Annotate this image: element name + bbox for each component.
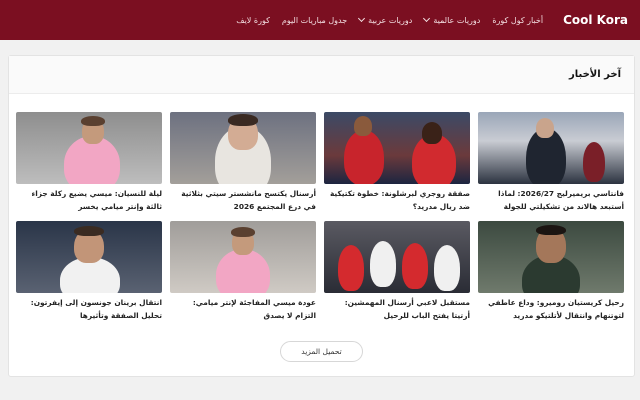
load-more-button[interactable]: تحميل المزيد — [280, 341, 363, 362]
nav-item-arab-leagues[interactable]: دوريات عربية — [353, 14, 418, 25]
news-headline[interactable]: ليلة للنسيان: ميسي يضيع ركلة جزاء ثالثة … — [16, 187, 162, 215]
news-card[interactable]: صفقة روجري لبرشلونة: خطوة تكتيكية ضد ريا… — [324, 112, 470, 215]
news-card[interactable]: انتقال برينان جونسون إلى إيفرتون: تحليل … — [16, 221, 162, 324]
news-headline[interactable]: صفقة روجري لبرشلونة: خطوة تكتيكية ضد ريا… — [324, 187, 470, 215]
news-thumbnail[interactable] — [324, 112, 470, 184]
news-thumbnail[interactable] — [170, 221, 316, 293]
nav-item-label: أخبار كول كورة — [492, 15, 544, 25]
news-thumbnail[interactable] — [16, 221, 162, 293]
news-headline[interactable]: رحيل كريستيان روميرو: وداع عاطفي لتوتنها… — [478, 296, 624, 324]
chevron-down-icon — [423, 14, 431, 23]
news-thumbnail[interactable] — [170, 112, 316, 184]
nav-item-label: كورة لايف — [236, 15, 270, 25]
news-thumbnail[interactable] — [478, 221, 624, 293]
news-headline[interactable]: فانتاسي بريميرليج 2026/27: لماذا أستبعد … — [478, 187, 624, 215]
chevron-down-icon — [358, 14, 366, 23]
nav-item-label: دوريات عربية — [368, 15, 413, 25]
load-more-wrap: تحميل المزيد — [9, 341, 634, 362]
panel-header: آخر الأخبار — [9, 56, 634, 94]
news-headline[interactable]: عودة ميسي المفاجئة لإنتر ميامي: التزام ل… — [170, 296, 316, 324]
news-card[interactable]: فانتاسي بريميرليج 2026/27: لماذا أستبعد … — [478, 112, 624, 215]
news-card[interactable]: عودة ميسي المفاجئة لإنتر ميامي: التزام ل… — [170, 221, 316, 324]
news-headline[interactable]: أرسنال يكتسح مانشستر سيتي بثلاثية في درع… — [170, 187, 316, 215]
brand-logo[interactable]: Cool Kora — [563, 13, 628, 27]
news-headline[interactable]: مستقبل لاعبي أرسنال المهمشين: أرتيتا يفت… — [324, 296, 470, 324]
news-thumbnail[interactable] — [324, 221, 470, 293]
news-thumbnail[interactable] — [478, 112, 624, 184]
panel-title: آخر الأخبار — [568, 69, 621, 80]
news-card[interactable]: ليلة للنسيان: ميسي يضيع ركلة جزاء ثالثة … — [16, 112, 162, 215]
nav-item-kora-live[interactable]: كورة لايف — [230, 16, 276, 25]
news-headline[interactable]: انتقال برينان جونسون إلى إيفرتون: تحليل … — [16, 296, 162, 324]
top-navbar: Cool Kora أخبار كول كورة دوريات عالمية د… — [0, 0, 640, 40]
news-card[interactable]: مستقبل لاعبي أرسنال المهمشين: أرتيتا يفت… — [324, 221, 470, 324]
main-nav: أخبار كول كورة دوريات عالمية دوريات عربي… — [230, 14, 549, 25]
nav-item-world-leagues[interactable]: دوريات عالمية — [418, 14, 486, 25]
latest-news-panel: آخر الأخبار فانتاسي بريميرليج 2026/27: ل… — [8, 55, 635, 377]
nav-item-news[interactable]: أخبار كول كورة — [486, 16, 549, 25]
news-grid: فانتاسي بريميرليج 2026/27: لماذا أستبعد … — [16, 112, 624, 324]
nav-item-label: دوريات عالمية — [433, 15, 481, 25]
nav-item-today-matches[interactable]: جدول مباريات اليوم — [276, 16, 353, 25]
news-card[interactable]: رحيل كريستيان روميرو: وداع عاطفي لتوتنها… — [478, 221, 624, 324]
news-card[interactable]: أرسنال يكتسح مانشستر سيتي بثلاثية في درع… — [170, 112, 316, 215]
nav-item-label: جدول مباريات اليوم — [281, 15, 348, 25]
news-thumbnail[interactable] — [16, 112, 162, 184]
